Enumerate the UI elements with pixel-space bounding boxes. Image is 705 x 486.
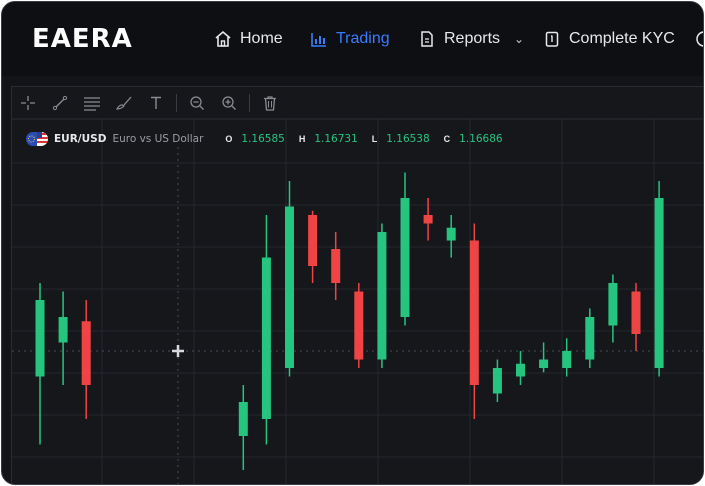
- zoom-out-icon[interactable]: [181, 87, 213, 119]
- candle-body-down: [81, 321, 91, 385]
- candle-body-up: [446, 227, 456, 241]
- help-circle-icon: [695, 30, 703, 48]
- candle-body-up: [654, 198, 664, 368]
- crosshair-icon[interactable]: [12, 87, 44, 119]
- nav-reports-label: Reports: [444, 30, 501, 47]
- nav-complete-kyc-label: Complete KYC: [569, 30, 675, 47]
- candle-body-up: [539, 359, 549, 368]
- high-value: 1.16731: [314, 133, 358, 145]
- app-window: EAERA Home Trading Reports ⌄ Complete KY…: [1, 1, 704, 485]
- bar-chart-icon: [310, 30, 328, 48]
- open-value: 1.16585: [241, 133, 285, 145]
- candle-body-down: [469, 240, 479, 385]
- home-icon: [214, 30, 232, 48]
- candle-body-up: [35, 300, 45, 377]
- high-label: H: [298, 134, 306, 144]
- candlestick-chart[interactable]: [12, 87, 704, 485]
- top-navigation: EAERA Home Trading Reports ⌄ Complete KY…: [2, 2, 703, 76]
- nav-trading[interactable]: Trading: [310, 2, 390, 76]
- candle-body-up: [238, 402, 248, 436]
- low-label: L: [371, 134, 378, 144]
- close-label: C: [443, 134, 451, 144]
- nav-more[interactable]: [695, 2, 703, 76]
- close-value: 1.16686: [459, 133, 503, 145]
- text-icon[interactable]: [140, 87, 172, 119]
- crosshair-cursor-icon: [172, 345, 184, 357]
- nav-trading-label: Trading: [336, 30, 390, 47]
- candle-body-up: [377, 232, 387, 360]
- fib-lines-icon[interactable]: [76, 87, 108, 119]
- zoom-in-icon[interactable]: [213, 87, 245, 119]
- trend-line-icon[interactable]: [44, 87, 76, 119]
- candle-body-up: [516, 363, 525, 377]
- trash-icon[interactable]: [254, 87, 286, 119]
- candle-body-down: [631, 291, 641, 334]
- toolbar-divider: [249, 94, 250, 112]
- instrument-description: Euro vs US Dollar: [112, 133, 204, 145]
- chart-panel[interactable]: EUR/USD Euro vs US Dollar O 1.16585 H 1.…: [11, 86, 704, 485]
- brush-icon[interactable]: [108, 87, 140, 119]
- clipboard-icon: [543, 30, 561, 48]
- candle-body-up: [492, 368, 502, 394]
- instrument-legend: EUR/USD Euro vs US Dollar O 1.16585 H 1.…: [26, 132, 503, 146]
- candle-body-down: [423, 215, 433, 224]
- nav-reports[interactable]: Reports ⌄: [418, 2, 524, 76]
- instrument-symbol: EUR/USD: [54, 133, 107, 145]
- open-label: O: [225, 134, 233, 144]
- nav-home-label: Home: [240, 30, 283, 47]
- candle-body-down: [308, 215, 318, 266]
- chevron-down-icon[interactable]: ⌄: [514, 32, 524, 46]
- candle-body-down: [354, 291, 364, 360]
- brand-logo[interactable]: EAERA: [32, 24, 133, 54]
- drawing-toolbar: [12, 87, 703, 119]
- candle-body-up: [400, 198, 410, 317]
- candle-body-up: [58, 317, 68, 343]
- candle-body-up: [608, 283, 618, 326]
- document-icon: [418, 30, 436, 48]
- candle-body-up: [285, 206, 294, 368]
- toolbar-divider: [176, 94, 177, 112]
- nav-complete-kyc[interactable]: Complete KYC: [543, 2, 675, 76]
- candle-body-up: [562, 351, 572, 368]
- candle-body-up: [585, 317, 595, 360]
- candle-body-down: [331, 249, 341, 283]
- nav-home[interactable]: Home: [214, 2, 283, 76]
- candle-body-up: [261, 257, 271, 419]
- eur-usd-flag-icon: [26, 132, 48, 146]
- low-value: 1.16538: [386, 133, 430, 145]
